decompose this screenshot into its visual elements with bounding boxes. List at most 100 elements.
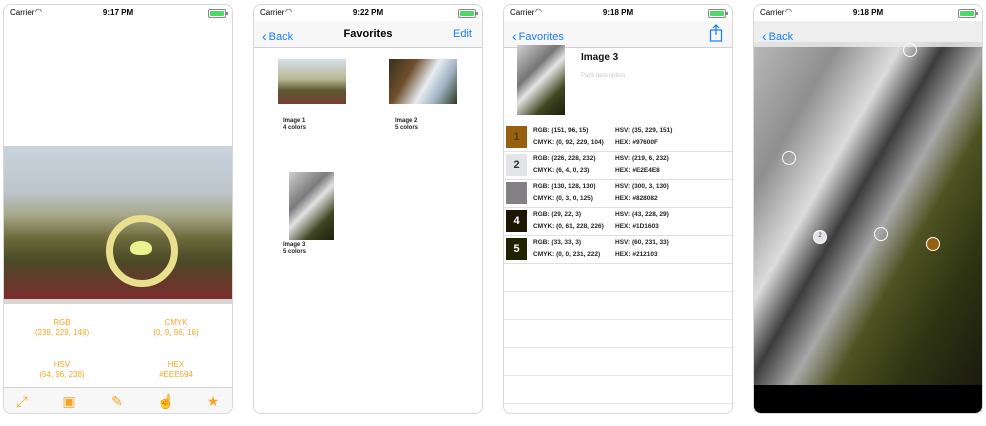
time-label: 9:22 PM (352, 8, 384, 17)
hsv-value: HSV: (300, 3, 130) (615, 183, 669, 190)
cmyk-value: CMYK: (6, 4, 0, 23) (533, 167, 590, 174)
hex-value: HEX: #212103 (615, 251, 658, 258)
cmyk-value: CMYK: (0, 3, 0, 125) (533, 195, 593, 202)
favorite-name: Image 3 (283, 242, 306, 248)
favorite-thumbnail-1[interactable] (278, 59, 346, 104)
color-row[interactable]: 2 RGB: (226, 228, 232) CMYK: (6, 4, 0, 2… (504, 152, 732, 180)
hsv-value: (54, 96, 238) (39, 370, 85, 379)
color-row-right: HSV: (219, 6, 232) HEX: #E2E4E8 (615, 153, 669, 177)
share-icon[interactable] (709, 24, 723, 42)
empty-row (504, 376, 732, 404)
thumbs-up-icon[interactable]: ☝ (157, 392, 175, 410)
color-marker[interactable] (926, 237, 940, 251)
hex-label: HEX (167, 360, 185, 369)
favorite-colors: 4 colors (283, 125, 307, 131)
pack-thumbnail (517, 45, 565, 115)
hsv-value: HSV: (35, 229, 151) (615, 127, 673, 134)
favorites-screen: Carrier ◠ 9:22 PM ‹ Back Favorites Edit I… (253, 4, 483, 414)
status-bar: Carrier ◠ 9:22 PM (254, 5, 482, 21)
hsv-value: HSV: (43, 228, 29) (615, 211, 669, 218)
empty-row (504, 348, 732, 376)
empty-row (504, 264, 732, 292)
back-button[interactable]: ‹ Back (762, 27, 794, 44)
favorite-caption-3: Image 3 5 colors (283, 242, 306, 256)
favorite-caption-2: Image 2 5 colors (395, 118, 418, 132)
color-row[interactable]: 1 RGB: (151, 96, 15) CMYK: (0, 92, 229, … (504, 124, 732, 152)
image-icon[interactable]: ▣ (60, 392, 78, 410)
back-label: Back (768, 31, 794, 43)
color-row-left: RGB: (33, 33, 3) CMYK: (0, 0, 231, 222) (533, 237, 600, 261)
nav-bar: ‹ Favorites (504, 21, 732, 48)
hex-value: HEX: #97600F (615, 139, 658, 146)
rgb-label: RGB (53, 318, 71, 327)
battery-icon (958, 9, 978, 18)
status-bar: Carrier ◠ 9:18 PM (504, 5, 732, 21)
back-button[interactable]: ‹ Favorites (512, 27, 564, 44)
time-label: 9:17 PM (102, 8, 134, 17)
photo-canvas[interactable] (754, 42, 982, 385)
color-row-right: HSV: (60, 231, 33) HEX: #212103 (615, 237, 669, 261)
page-title: Favorites (343, 28, 393, 40)
bottom-bar (754, 385, 982, 413)
battery-icon (708, 9, 728, 18)
color-row[interactable]: 5 RGB: (33, 33, 3) CMYK: (0, 0, 231, 222… (504, 236, 732, 264)
color-row-left: RGB: (130, 128, 130) CMYK: (0, 3, 0, 125… (533, 181, 596, 205)
color-row-right: HSV: (35, 229, 151) HEX: #97600F (615, 125, 672, 149)
color-markers-screen: Carrier ◠ 9:18 PM ‹ Back 2 (753, 4, 983, 414)
favorite-thumbnail-3[interactable] (289, 172, 334, 240)
hsv-readout: HSV (54, 96, 238) (12, 360, 112, 380)
color-swatch: 5 (506, 238, 527, 260)
chevron-left-icon: ‹ (762, 28, 767, 44)
color-row[interactable]: RGB: (130, 128, 130) CMYK: (0, 3, 0, 125… (504, 180, 732, 208)
tab-bar: ⤢ ▣ ✎ ☝ ★ (4, 387, 232, 413)
star-icon[interactable]: ★ (204, 392, 222, 410)
hex-value: #EEE594 (159, 370, 193, 379)
empty-row (504, 292, 732, 320)
cmyk-readout: CMYK (0, 9, 96, 16) (126, 318, 226, 338)
hsv-value: HSV: (219, 6, 232) (615, 155, 669, 162)
hsv-value: HSV: (60, 231, 33) (615, 239, 669, 246)
hsv-label: HSV (53, 360, 71, 369)
rgb-readout: RGB (238, 229, 148) (12, 318, 112, 338)
divider (4, 299, 232, 304)
color-row-left: RGB: (226, 228, 232) CMYK: (6, 4, 0, 23) (533, 153, 596, 177)
edit-button[interactable]: Edit (453, 28, 472, 40)
hex-value: HEX: #828082 (615, 195, 658, 202)
favorite-thumbnail-2[interactable] (389, 59, 457, 104)
favorite-colors: 5 colors (395, 125, 419, 131)
rgb-value: RGB: (29, 22, 3) (533, 211, 582, 218)
color-swatch: 1 (506, 126, 527, 148)
color-row[interactable]: 4 RGB: (29, 22, 3) CMYK: (0, 61, 228, 22… (504, 208, 732, 236)
rgb-value: RGB: (33, 33, 3) (533, 239, 582, 246)
hex-value: HEX: #1D1603 (615, 223, 659, 230)
color-row-left: RGB: (151, 96, 15) CMYK: (0, 92, 229, 10… (533, 125, 604, 149)
color-swatch (506, 182, 527, 204)
status-bar: Carrier ◠ 9:17 PM (4, 5, 232, 21)
expand-icon[interactable]: ⤢ (13, 392, 31, 410)
cmyk-value: CMYK: (0, 0, 231, 222) (533, 251, 601, 258)
color-marker[interactable] (903, 43, 917, 57)
status-bar: Carrier ◠ 9:18 PM (754, 5, 982, 21)
picker-loupe[interactable] (106, 215, 178, 287)
back-label: Favorites (518, 31, 564, 43)
favorite-colors: 5 colors (283, 249, 307, 255)
rgb-value: RGB: (226, 228, 232) (533, 155, 596, 162)
rgb-value: RGB: (130, 128, 130) (533, 183, 596, 190)
color-row-right: HSV: (300, 3, 130) HEX: #828082 (615, 181, 669, 205)
pack-description-field[interactable]: Pack description (581, 73, 625, 79)
hex-value: HEX: #E2E4E8 (615, 167, 660, 174)
brush-icon[interactable]: ✎ (108, 392, 126, 410)
chevron-left-icon: ‹ (512, 28, 517, 44)
color-swatch: 4 (506, 210, 527, 232)
favorite-name: Image 1 (283, 118, 306, 124)
cmyk-label: CMYK (164, 318, 188, 327)
pack-detail-screen: Carrier ◠ 9:18 PM ‹ Favorites Image 3 Pac… (503, 4, 733, 414)
nav-bar: ‹ Back Favorites Edit (254, 21, 482, 48)
color-marker[interactable] (874, 227, 888, 241)
color-marker[interactable] (782, 151, 796, 165)
color-picker-screen: Carrier ◠ 9:17 PM RGB (238, 229, 148) CM… (3, 4, 233, 414)
color-marker-selected[interactable]: 2 (813, 230, 827, 244)
time-label: 9:18 PM (852, 8, 884, 17)
time-label: 9:18 PM (602, 8, 634, 17)
hex-readout: HEX #EEE594 (126, 360, 226, 380)
